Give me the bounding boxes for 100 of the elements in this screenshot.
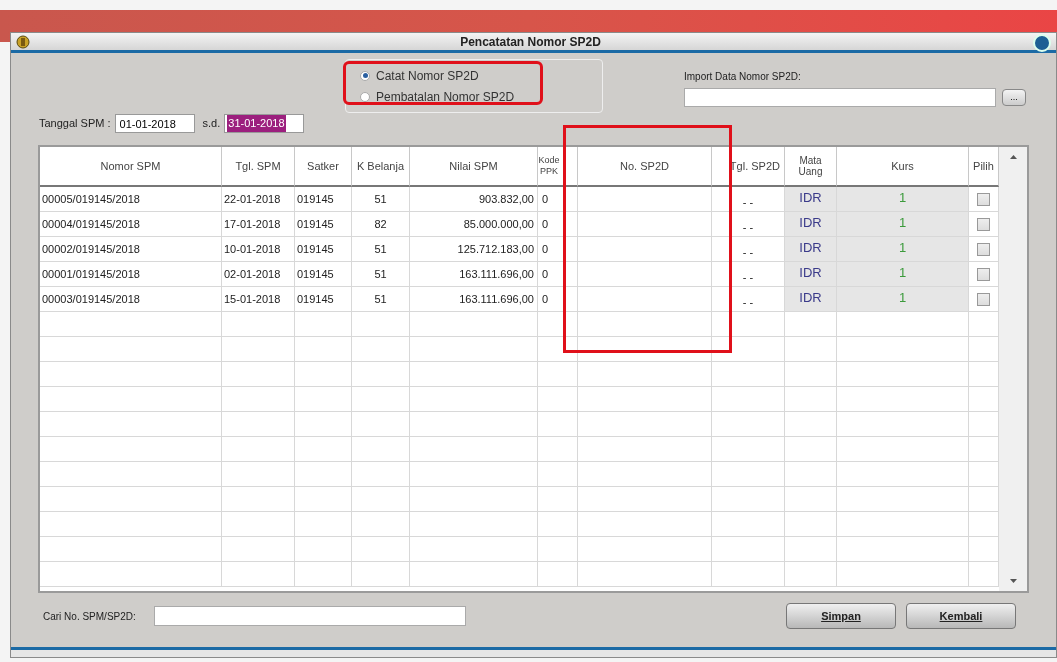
empty-cell [295,362,352,387]
table-cell-text: 0 [542,241,549,257]
empty-cell [352,412,410,437]
table-cell-text: 903.832,00 [478,191,534,207]
column-header: Tgl. SPM [235,158,281,174]
empty-cell [352,437,410,462]
empty-cell [538,387,578,412]
radio-button[interactable] [360,91,370,102]
action-button[interactable]: Simpan [786,603,896,629]
empty-cell [295,337,352,362]
search-field[interactable] [153,606,466,626]
radio-label: Pembatalan Nomor SP2D [376,88,515,106]
empty-cell [352,362,410,387]
select-checkbox[interactable] [977,267,990,281]
table-cell-text: 02-01-2018 [224,266,281,282]
empty-cell [295,487,352,512]
exchange-rate: 1 [898,289,907,307]
table-cell-text: 019145 [297,241,334,257]
empty-cell [352,562,410,587]
empty-cell [785,512,837,537]
currency-code: IDR [799,239,822,257]
empty-cell [785,462,837,487]
empty-cell [295,437,352,462]
date-to-field[interactable]: 31-01-2018 [224,114,305,133]
empty-cell [538,412,578,437]
vertical-scrollbar[interactable] [999,147,1027,591]
empty-cell [295,537,352,562]
empty-cell [785,487,837,512]
table-cell-text: 0 [542,266,549,282]
table-cell-text: 0 [542,191,549,207]
empty-cell [295,562,352,587]
empty-cell [785,337,837,362]
table-cell-text: 51 [374,266,387,282]
action-button[interactable]: Kembali [906,603,1016,629]
empty-cell [785,412,837,437]
empty-cell [785,562,837,587]
table-cell-text: - - [742,194,754,210]
column-header: Kode PPK [538,155,560,177]
empty-cell [295,462,352,487]
search-label: Cari No. SPM/SP2D: [43,609,136,624]
column-header: K Belanja [356,158,405,174]
table-cell-text: 125.712.183,00 [457,241,534,257]
table-cell-text: 0 [542,216,549,232]
table-cell-text: 019145 [297,291,334,307]
table-cell-text: 85.000.000,00 [463,216,534,232]
radio-label: Catat Nomor SP2D [376,67,479,85]
table-cell-text: 019145 [297,216,334,232]
table-cell-text: 019145 [297,191,334,207]
table-cell-text: 00005/019145/2018 [42,191,140,207]
emblem-icon [15,33,31,50]
column-header: Pilih [973,158,994,174]
column-header: Tgl. SP2D [729,158,780,174]
browse-button[interactable]: ... [1002,89,1026,106]
empty-cell [295,412,352,437]
date-label: Tanggal SPM : [39,116,111,132]
column-header: Satker [307,158,339,174]
scroll-up-icon[interactable] [1009,155,1017,159]
empty-cell [538,562,578,587]
empty-cell [785,437,837,462]
exchange-rate: 1 [898,264,907,282]
table-cell-text: 00003/019145/2018 [42,291,140,307]
import-label: Import Data Nomor SP2D: [684,70,802,84]
table-cell-text: 0 [542,291,549,307]
table-cell-text: 00002/019145/2018 [42,241,140,257]
empty-cell [785,387,837,412]
column-header: No. SP2D [620,158,669,174]
empty-cell [352,537,410,562]
window-title: Pencatatan Nomor SP2D [460,33,601,51]
table-cell-text: 51 [374,291,387,307]
empty-cell [295,387,352,412]
select-checkbox[interactable] [977,192,990,206]
exchange-rate: 1 [898,189,907,207]
scroll-down-icon[interactable] [1009,579,1017,583]
column-header: Kurs [891,158,914,174]
empty-cell [352,337,410,362]
table-cell-text: 15-01-2018 [224,291,281,307]
empty-cell [538,362,578,387]
table-cell-text: - - [742,219,754,235]
empty-cell [538,437,578,462]
table-cell-text: 51 [374,241,387,257]
empty-cell [538,512,578,537]
table-cell-text: 163.111.696,00 [459,291,534,307]
window-orb-icon [1030,33,1052,53]
empty-cell [352,462,410,487]
currency-code: IDR [799,214,822,232]
empty-cell [538,337,578,362]
empty-cell [785,537,837,562]
select-checkbox[interactable] [977,217,990,231]
currency-code: IDR [799,289,822,307]
date-from-field[interactable]: 01-01-2018 [114,114,195,133]
import-path-field[interactable] [684,88,996,107]
table-cell-text: 00004/019145/2018 [42,216,140,232]
empty-cell [538,487,578,512]
select-checkbox[interactable] [977,242,990,256]
table-cell-text: 019145 [297,266,334,282]
select-checkbox[interactable] [977,292,990,306]
empty-cell [785,362,837,387]
radio-button[interactable] [360,70,370,81]
currency-code: IDR [799,264,822,282]
currency-code: IDR [799,189,822,207]
